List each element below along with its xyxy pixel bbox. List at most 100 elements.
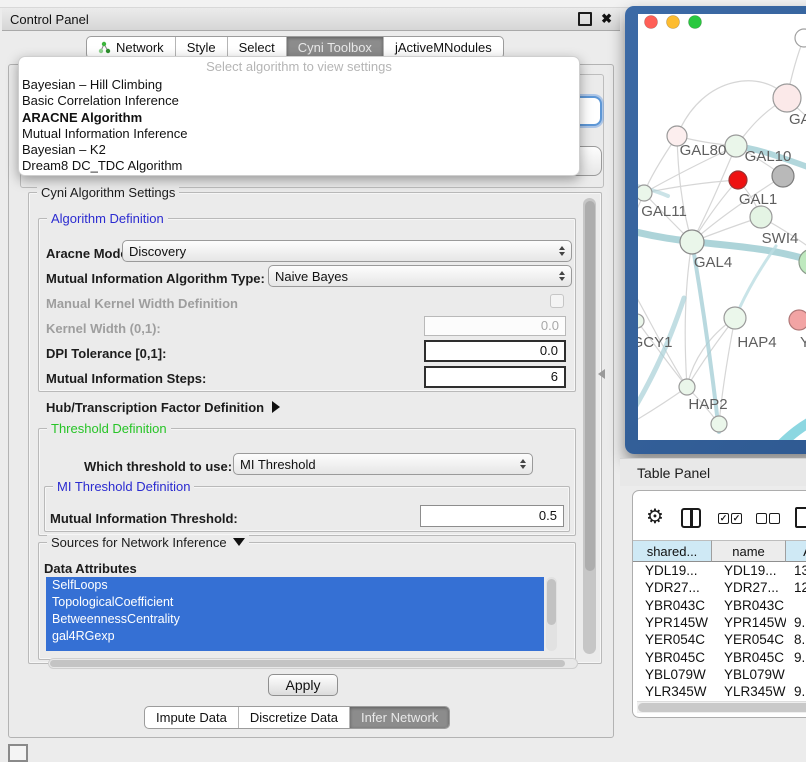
network-node[interactable] — [638, 185, 652, 201]
select-all-checkboxes-icon[interactable]: ✓✓ — [718, 513, 742, 524]
attribute-item-topologicalcoefficient[interactable]: TopologicalCoefficient — [46, 594, 544, 611]
table-cell: YBR043C — [633, 598, 712, 613]
column-header-name[interactable]: name — [712, 540, 786, 562]
table-panel-titlebar: Table Panel — [620, 458, 806, 486]
apply-button[interactable]: Apply — [268, 674, 338, 696]
network-node[interactable] — [772, 165, 794, 187]
minimized-panel-icon[interactable] — [8, 744, 28, 762]
tab-cyni-toolbox[interactable]: Cyni Toolbox — [287, 37, 384, 58]
settings-group-title: Cyni Algorithm Settings — [37, 185, 179, 200]
algorithm-option-aracne-algorithm[interactable]: ARACNE Algorithm — [19, 110, 579, 126]
node-label-hap4: HAP4 — [737, 334, 776, 351]
sources-title-text: Sources for Network Inference — [51, 535, 227, 550]
algorithm-option-bayesian-hill-climbing[interactable]: Bayesian – Hill Climbing — [19, 77, 579, 93]
splitter-caret-icon[interactable] — [598, 369, 605, 379]
collapse-down-icon — [233, 538, 245, 546]
export-table-icon[interactable] — [795, 507, 806, 528]
gear-icon[interactable]: ⚙ — [646, 505, 664, 529]
which-threshold-combo[interactable]: MI Threshold — [233, 453, 533, 475]
network-node[interactable] — [679, 379, 695, 395]
table-cell: YDR27... — [633, 580, 712, 595]
table-row[interactable]: YBR045CYBR045C9. — [633, 648, 806, 665]
settings-vertical-scrollbar[interactable] — [583, 198, 596, 654]
aracne-mode-combo[interactable]: Discovery — [122, 240, 572, 262]
table-cell: 9. — [786, 615, 806, 630]
tab-discretize-data[interactable]: Discretize Data — [239, 707, 350, 728]
algorithm-option-dream8-dc-tdc-algorithm[interactable]: Dream8 DC_TDC Algorithm — [19, 158, 579, 174]
zoom-window-icon[interactable] — [689, 16, 702, 29]
deselect-all-checkboxes-icon[interactable] — [756, 513, 780, 524]
tab-impute-data[interactable]: Impute Data — [145, 707, 239, 728]
attribute-item-betweennesscentrality[interactable]: BetweennessCentrality — [46, 611, 544, 628]
algorithm-option-basic-correlation-inference[interactable]: Basic Correlation Inference — [19, 93, 579, 109]
network-node[interactable] — [795, 29, 806, 47]
network-edge[interactable] — [638, 262, 687, 387]
attribute-item-selfloops[interactable]: SelfLoops — [46, 577, 544, 594]
dpi-tolerance-field[interactable]: 0.0 — [424, 340, 566, 362]
network-edge[interactable] — [735, 246, 776, 318]
table-cell: YPR145W — [712, 615, 786, 630]
hub-definition-toggle[interactable]: Hub/Transcription Factor Definition — [46, 400, 280, 415]
network-node[interactable] — [724, 307, 746, 329]
dropdown-prompt: Select algorithm to view settings — [19, 57, 579, 77]
close-window-icon[interactable] — [645, 16, 658, 29]
network-canvas[interactable]: GALGAL80GAL10GAL1GAL11SWI4GAL4GCY1HAP4YH… — [638, 14, 806, 440]
node-label-gal: GAL — [789, 111, 806, 128]
table-row[interactable]: YBR043CYBR043C — [633, 597, 806, 614]
algorithm-option-bayesian-k2[interactable]: Bayesian – K2 — [19, 142, 579, 158]
column-layout-icon[interactable] — [681, 508, 701, 528]
node-label-gal1: GAL1 — [739, 191, 777, 208]
kernel-width-field[interactable]: 0.0 — [424, 316, 566, 336]
attributes-list-scrollbar[interactable] — [546, 577, 557, 651]
algorithm-option-mutual-information-inference[interactable]: Mutual Information Inference — [19, 126, 579, 142]
sources-group-title[interactable]: Sources for Network Inference — [47, 535, 249, 550]
mi-type-value: Naive Bayes — [275, 269, 348, 284]
mi-threshold-field[interactable]: 0.5 — [420, 505, 564, 527]
tab-label: Select — [239, 40, 275, 55]
float-panel-icon[interactable] — [578, 12, 592, 26]
network-node[interactable] — [789, 310, 806, 330]
table-row[interactable]: YDR27...YDR27...12 — [633, 579, 806, 596]
network-node[interactable] — [799, 249, 806, 275]
column-header-shared[interactable]: shared... — [633, 540, 712, 562]
close-panel-icon[interactable]: ✖ — [601, 14, 612, 24]
tab-label: Cyni Toolbox — [298, 40, 372, 55]
manual-kernel-checkbox[interactable] — [550, 294, 564, 308]
table-cell: 9. — [786, 684, 806, 699]
network-edge[interactable] — [638, 298, 684, 440]
network-node[interactable] — [773, 84, 801, 112]
aracne-mode-label: Aracne Mode: — [46, 246, 132, 261]
table-horizontal-scrollbar[interactable] — [637, 701, 806, 713]
network-edge[interactable] — [685, 242, 692, 387]
table-row[interactable]: YLR345WYLR345W9. — [633, 683, 806, 700]
mi-type-combo[interactable]: Naive Bayes — [268, 265, 572, 287]
network-edge[interactable] — [768, 416, 806, 440]
node-label-hap2: HAP2 — [688, 396, 727, 413]
network-node[interactable] — [750, 206, 772, 228]
settings-horizontal-scrollbar[interactable] — [48, 658, 578, 669]
algorithm-dropdown-popup: Select algorithm to view settings Bayesi… — [18, 56, 580, 176]
minimize-window-icon[interactable] — [667, 16, 680, 29]
network-node[interactable] — [711, 416, 727, 432]
table-cell: YLR345W — [712, 684, 786, 699]
mi-steps-field[interactable]: 6 — [424, 366, 566, 388]
tab-label: Impute Data — [156, 710, 227, 725]
network-node[interactable] — [729, 171, 747, 189]
table-row[interactable]: YER054CYER054C8. — [633, 631, 806, 648]
tab-network[interactable]: Network — [87, 37, 176, 58]
attribute-item-gal4rgexp[interactable]: gal4RGexp — [46, 628, 544, 645]
network-node[interactable] — [680, 230, 704, 254]
table-row[interactable]: YBL079WYBL079W — [633, 666, 806, 683]
tab-infer-network[interactable]: Infer Network — [350, 707, 449, 728]
network-node[interactable] — [638, 314, 644, 328]
stepper-icon — [553, 271, 565, 281]
kernel-width-label: Kernel Width (0,1): — [46, 321, 161, 336]
table-row[interactable]: YDL19...YDL19...13 — [633, 562, 806, 579]
data-attributes-list[interactable]: SelfLoopsTopologicalCoefficientBetweenne… — [46, 577, 544, 651]
table-row[interactable]: YPR145WYPR145W9. — [633, 614, 806, 631]
column-header-a[interactable]: A — [786, 540, 806, 562]
tab-jactivemnodules[interactable]: jActiveMNodules — [384, 37, 503, 58]
tab-select[interactable]: Select — [228, 37, 287, 58]
tab-style[interactable]: Style — [176, 37, 228, 58]
network-view[interactable]: GALGAL80GAL10GAL1GAL11SWI4GAL4GCY1HAP4YH… — [638, 14, 806, 440]
